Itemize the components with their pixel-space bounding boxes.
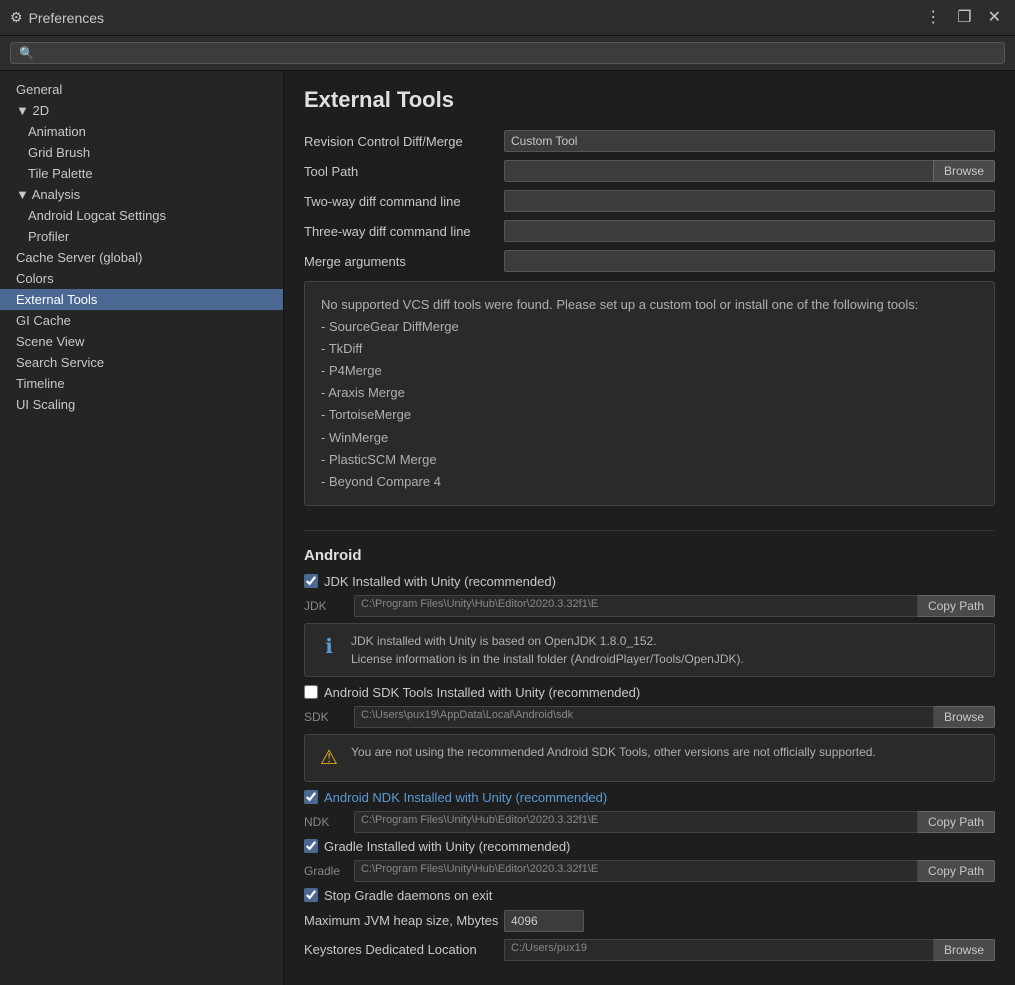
ndk-checkbox-row: Android NDK Installed with Unity (recomm… [304,790,995,805]
title-bar-left: ⚙ Preferences [10,9,104,26]
jdk-key-label: JDK [304,599,354,613]
sidebar-item-android-logcat[interactable]: Android Logcat Settings [0,205,283,226]
sdk-checkbox-label: Android SDK Tools Installed with Unity (… [324,685,640,700]
vcs-section: Revision Control Diff/Merge Tool Path Br… [304,129,995,531]
sidebar-item-gi-cache[interactable]: GI Cache [0,310,283,331]
tool-path-input[interactable] [504,160,933,182]
title-bar-controls: ⋮ ❐ ✕ [921,8,1005,28]
sidebar-item-general[interactable]: General [0,79,283,100]
ndk-key-label: NDK [304,815,354,829]
jdk-checkbox-row: JDK Installed with Unity (recommended) [304,574,995,589]
sidebar-item-animation[interactable]: Animation [0,121,283,142]
title-bar: ⚙ Preferences ⋮ ❐ ✕ [0,0,1015,36]
tool-path-row: Tool Path Browse [304,159,995,183]
vcs-diff-merge-label: Revision Control Diff/Merge [304,134,504,149]
sidebar-item-profiler[interactable]: Profiler [0,226,283,247]
sidebar-item-analysis[interactable]: ▼ Analysis [0,184,283,205]
jdk-info-box: ℹ JDK installed with Unity is based on O… [304,623,995,677]
twoway-label: Two-way diff command line [304,194,504,209]
sidebar-item-scene-view[interactable]: Scene View [0,331,283,352]
stop-gradle-checkbox-row: Stop Gradle daemons on exit [304,888,995,903]
gradle-path-value: C:\Program Files\Unity\Hub\Editor\2020.3… [354,860,918,882]
ndk-copy-path-button[interactable]: Copy Path [918,811,995,833]
merge-args-input[interactable] [504,250,995,272]
max-jvm-input[interactable] [504,910,584,932]
gradle-key-label: Gradle [304,864,354,878]
merge-args-label: Merge arguments [304,254,504,269]
merge-args-row: Merge arguments [304,249,995,273]
max-jvm-label: Maximum JVM heap size, Mbytes [304,913,504,928]
sdk-browse-button[interactable]: Browse [934,706,995,728]
keystores-path-value: C:/Users/pux19 [504,939,934,961]
app-title: Preferences [29,10,104,26]
jdk-checkbox-label: JDK Installed with Unity (recommended) [324,574,556,589]
threeway-label: Three-way diff command line [304,224,504,239]
search-input[interactable] [10,42,1005,64]
gradle-path-row: Gradle C:\Program Files\Unity\Hub\Editor… [304,860,995,882]
vcs-diff-merge-input[interactable] [504,130,995,152]
jdk-info-message: JDK installed with Unity is based on Ope… [351,632,744,668]
stop-gradle-checkbox-label: Stop Gradle daemons on exit [324,888,492,903]
sidebar-item-ui-scaling[interactable]: UI Scaling [0,394,283,415]
keystores-browse-button[interactable]: Browse [934,939,995,961]
sdk-warning-message: You are not using the recommended Androi… [351,743,876,761]
gradle-copy-path-button[interactable]: Copy Path [918,860,995,882]
gradle-checkbox-label: Gradle Installed with Unity (recommended… [324,839,570,854]
sidebar: General ▼ 2D Animation Grid Brush Tile P… [0,71,284,985]
ndk-path-value: C:\Program Files\Unity\Hub\Editor\2020.3… [354,811,918,833]
sidebar-item-tile-palette[interactable]: Tile Palette [0,163,283,184]
twoway-row: Two-way diff command line [304,189,995,213]
android-section-title: Android [304,547,995,564]
sdk-path-row: SDK C:\Users\pux19\AppData\Local\Android… [304,706,995,728]
sidebar-item-timeline[interactable]: Timeline [0,373,283,394]
sidebar-item-cache-server[interactable]: Cache Server (global) [0,247,283,268]
max-jvm-row: Maximum JVM heap size, Mbytes [304,909,995,933]
threeway-row: Three-way diff command line [304,219,995,243]
jdk-info-icon: ℹ [317,632,341,662]
twoway-input[interactable] [504,190,995,212]
tool-path-browse-button[interactable]: Browse [933,160,995,182]
jdk-path-row: JDK C:\Program Files\Unity\Hub\Editor\20… [304,595,995,617]
jdk-copy-path-button[interactable]: Copy Path [918,595,995,617]
main-layout: General ▼ 2D Animation Grid Brush Tile P… [0,71,1015,985]
sdk-checkbox[interactable] [304,685,318,699]
ndk-checkbox[interactable] [304,790,318,804]
sidebar-item-grid-brush[interactable]: Grid Brush [0,142,283,163]
restore-button[interactable]: ❐ [953,8,975,28]
no-vcs-info-box: No supported VCS diff tools were found. … [304,281,995,506]
more-options-button[interactable]: ⋮ [921,8,945,28]
sidebar-item-2d[interactable]: ▼ 2D [0,100,283,121]
sdk-key-label: SDK [304,710,354,724]
gear-icon: ⚙ [10,9,23,26]
tool-path-label: Tool Path [304,164,504,179]
gradle-checkbox[interactable] [304,839,318,853]
sdk-warn-icon: ⚠ [317,743,341,773]
ndk-path-row: NDK C:\Program Files\Unity\Hub\Editor\20… [304,811,995,833]
sidebar-item-external-tools[interactable]: External Tools [0,289,283,310]
stop-gradle-checkbox[interactable] [304,888,318,902]
sdk-path-value: C:\Users\pux19\AppData\Local\Android\sdk [354,706,934,728]
close-button[interactable]: ✕ [984,8,1005,28]
threeway-input[interactable] [504,220,995,242]
android-section: Android JDK Installed with Unity (recomm… [304,547,995,961]
sdk-warning-box: ⚠ You are not using the recommended Andr… [304,734,995,782]
keystores-row: Keystores Dedicated Location C:/Users/pu… [304,939,995,961]
sdk-checkbox-row: Android SDK Tools Installed with Unity (… [304,685,995,700]
page-title: External Tools [304,87,995,113]
content-area: External Tools Revision Control Diff/Mer… [284,71,1015,985]
search-bar [0,36,1015,71]
keystores-label: Keystores Dedicated Location [304,942,504,957]
ndk-checkbox-label: Android NDK Installed with Unity (recomm… [324,790,607,805]
vcs-diff-merge-row: Revision Control Diff/Merge [304,129,995,153]
no-vcs-message: No supported VCS diff tools were found. … [321,294,978,493]
jdk-path-value: C:\Program Files\Unity\Hub\Editor\2020.3… [354,595,918,617]
sidebar-item-search-service[interactable]: Search Service [0,352,283,373]
gradle-checkbox-row: Gradle Installed with Unity (recommended… [304,839,995,854]
sidebar-item-colors[interactable]: Colors [0,268,283,289]
jdk-checkbox[interactable] [304,574,318,588]
